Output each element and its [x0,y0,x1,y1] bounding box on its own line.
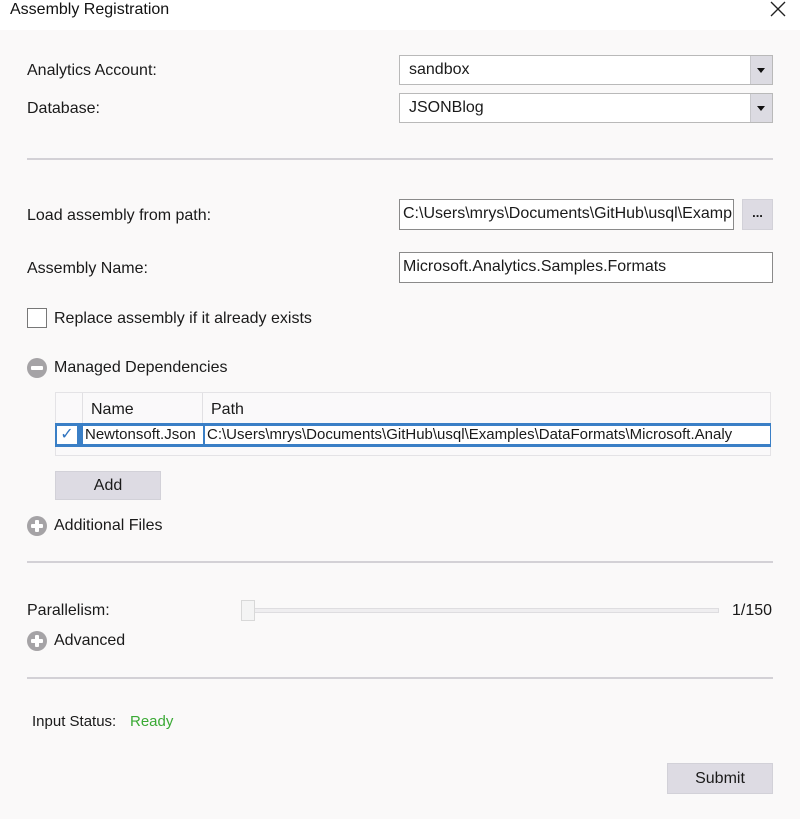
parallelism-slider-thumb[interactable] [241,600,255,621]
expand-icon[interactable] [27,631,47,651]
dialog-title: Assembly Registration [10,1,170,18]
analytics-account-select[interactable]: sandbox [399,55,773,85]
collapse-icon[interactable] [27,358,47,378]
browse-button[interactable]: ... [742,199,773,230]
replace-assembly-label: Replace assembly if it already exists [54,310,312,327]
analytics-account-value: sandbox [409,61,470,78]
title-bar: Assembly Registration [0,0,800,30]
database-select[interactable]: JSONBlog [399,93,773,123]
dropdown-arrow-icon[interactable] [750,94,772,122]
add-dependency-button[interactable]: Add [55,471,161,500]
replace-assembly-checkbox[interactable] [27,308,47,328]
table-row[interactable]: ✓ Newtonsoft.Json C:\Users\mrys\Document… [55,423,771,447]
column-header-path[interactable]: Path [211,400,244,420]
analytics-account-label: Analytics Account: [27,62,157,79]
row-checkbox[interactable]: ✓ [57,426,77,444]
advanced-label[interactable]: Advanced [54,631,125,651]
additional-files-label[interactable]: Additional Files [54,516,163,536]
input-status-value: Ready [130,713,174,730]
dependencies-grid: Name Path ✓ Newtonsoft.Json C:\Users\mry… [55,392,771,456]
close-icon [770,1,786,17]
divider [27,561,773,563]
dropdown-arrow-icon[interactable] [750,56,772,84]
divider [27,677,773,679]
load-path-input[interactable]: C:\Users\mrys\Documents\GitHub\usql\Exam… [399,199,734,230]
parallelism-label: Parallelism: [27,602,110,619]
dependency-path-cell[interactable]: C:\Users\mrys\Documents\GitHub\usql\Exam… [205,426,770,444]
database-value: JSONBlog [409,99,484,116]
column-separator [202,393,203,423]
column-separator [82,393,83,423]
dependency-name-cell[interactable]: Newtonsoft.Json [83,426,203,444]
managed-dependencies-label[interactable]: Managed Dependencies [54,358,227,378]
column-header-name[interactable]: Name [91,400,134,420]
database-label: Database: [27,100,100,117]
expand-icon[interactable] [27,516,47,536]
submit-button[interactable]: Submit [667,763,773,794]
input-status-label: Input Status: [32,713,117,730]
assembly-name-label: Assembly Name: [27,260,148,277]
close-button[interactable] [768,0,788,20]
parallelism-slider-track[interactable] [243,608,719,613]
divider [27,158,773,160]
load-path-label: Load assembly from path: [27,207,212,224]
parallelism-readout: 1/150 [732,602,773,619]
assembly-name-input[interactable]: Microsoft.Analytics.Samples.Formats [399,252,773,283]
